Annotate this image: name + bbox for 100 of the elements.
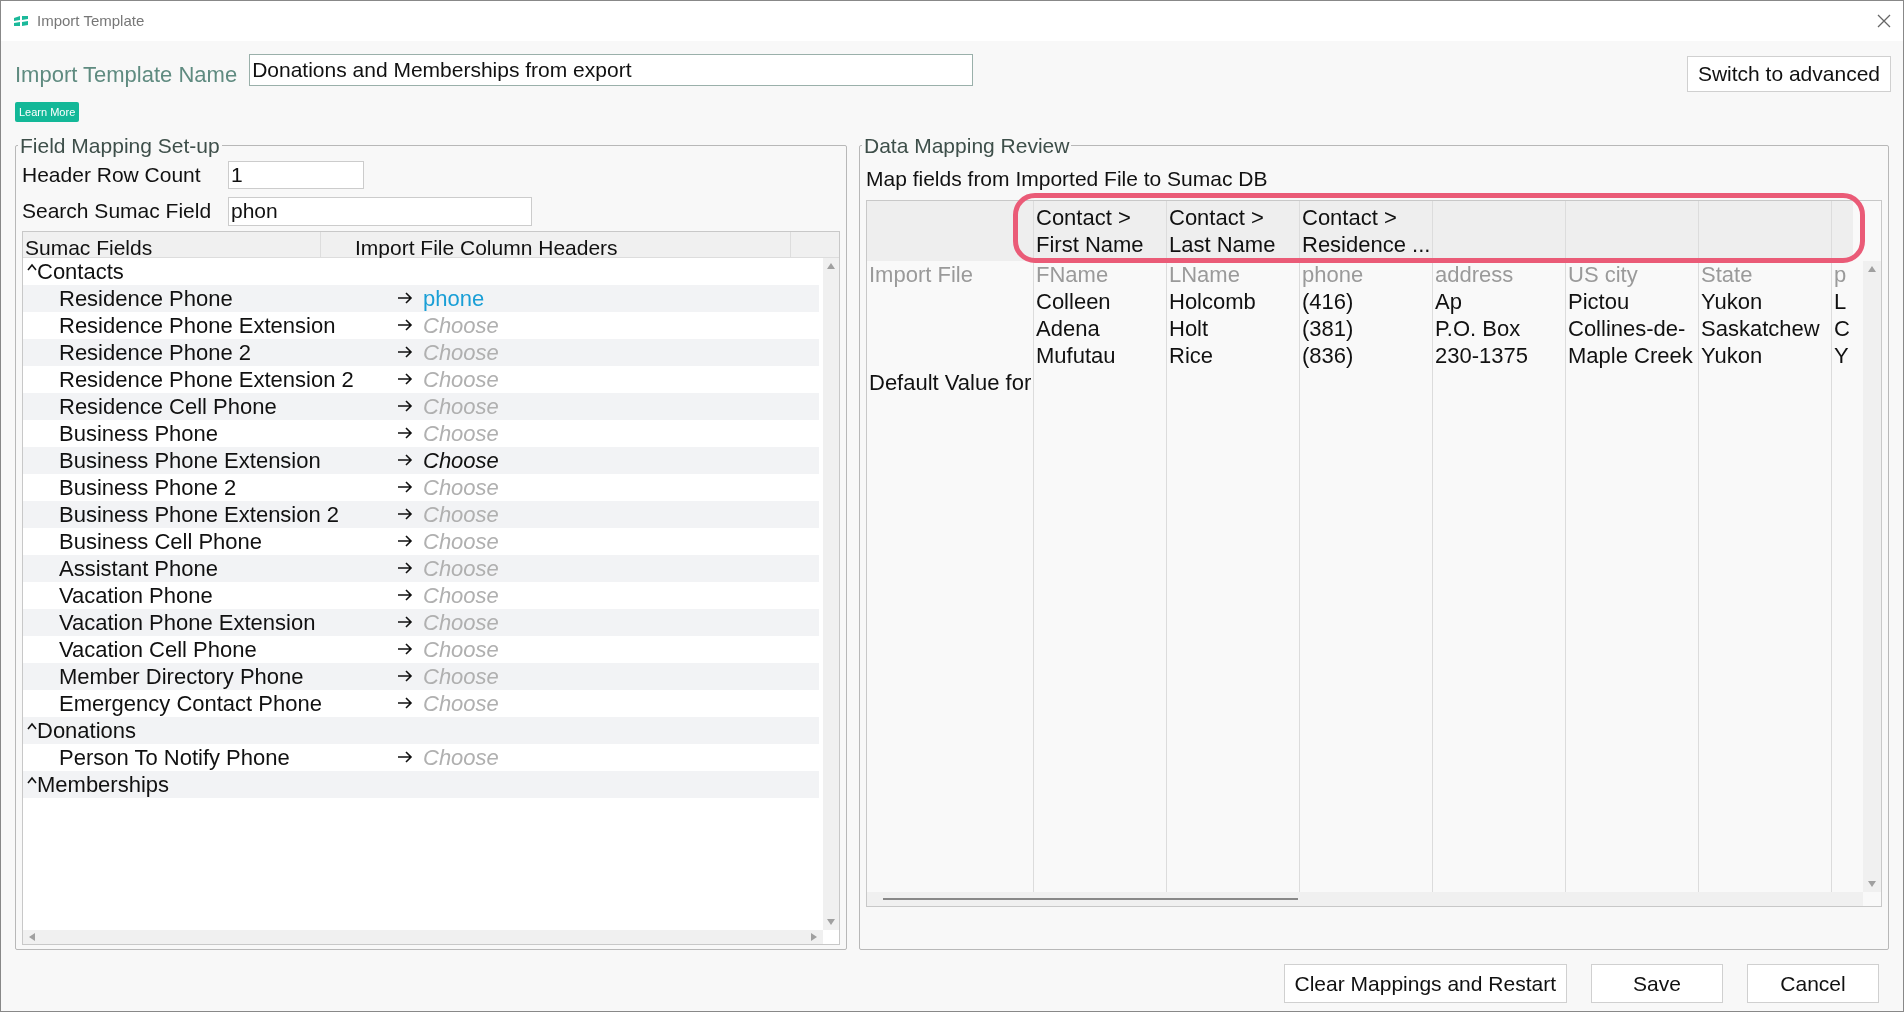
window-title: Import Template [37,10,145,31]
field-label: Vacation Phone [58,581,214,609]
mapping-label: Contact > [1302,204,1398,232]
dialog-button[interactable]: Clear Mappings and Restart [1283,964,1567,1003]
vertical-scrollbar[interactable] [1863,261,1881,892]
horizontal-scrollbar[interactable] [23,930,823,944]
column-choice-link[interactable]: Choose [423,689,499,717]
import-header: p [1833,261,1848,289]
sample-value: Pictou [1567,288,1631,316]
scroll-down-icon[interactable] [826,918,836,926]
template-name-field[interactable]: Donations and Memberships from export [249,54,974,86]
column-choice-link[interactable]: Choose [423,446,499,474]
import-header: address [1434,261,1515,289]
row-label: Default Value for [868,369,1033,397]
group-label[interactable]: Memberships [37,770,170,798]
arrow-icon [397,562,413,575]
column-choice-link[interactable]: Choose [423,743,499,771]
scroll-left-icon[interactable] [27,933,37,941]
arrow-icon [397,319,413,332]
arrow-icon [397,373,413,386]
sample-value: Holcomb [1168,288,1257,316]
group-title: Field Mapping Set-up [19,134,221,157]
arrow-icon [397,643,413,656]
group-label[interactable]: Contacts [37,257,124,285]
arrow-icon [397,454,413,467]
arrow-icon [397,427,413,440]
vertical-scrollbar[interactable] [823,257,839,930]
column-choice-link[interactable]: phone [423,284,485,312]
column-choice-link[interactable]: Choose [423,392,499,420]
mapping-label: Residence ... [1302,231,1432,259]
field-label: Vacation Cell Phone [58,635,258,663]
template-name-label: Import Template Name [15,61,238,89]
learn-more-button[interactable]: Learn More [15,102,80,122]
column-header: Import File Column Headers [321,231,791,257]
arrow-icon [397,400,413,413]
sample-value: Colleen [1035,288,1112,316]
search-field-label: Search Sumac Field [22,198,213,225]
column-choice-link[interactable]: Choose [423,500,499,528]
import-header: phone [1301,261,1365,289]
column-choice-link[interactable]: Choose [423,338,499,366]
field-label: Person To Notify Phone [58,743,291,771]
arrow-icon [397,535,413,548]
import-header: FName [1035,261,1110,289]
scrollbar-thumb[interactable] [883,898,1298,900]
field-label: Business Phone Extension [58,446,322,474]
close-icon[interactable] [1877,14,1891,28]
header-row-count-field[interactable]: 1 [228,160,364,189]
column-choice-link[interactable]: Choose [423,581,499,609]
group-title: Data Mapping Review [863,134,1071,157]
instruction-text: Map fields from Imported File to Sumac DB [866,165,1269,192]
import-header: LName [1168,261,1241,289]
column-choice-link[interactable]: Choose [423,311,499,339]
field-label: Residence Cell Phone [58,392,278,420]
column-choice-link[interactable]: Choose [423,419,499,447]
collapse-caret-icon[interactable] [27,776,37,785]
sample-value: P.O. Box [1434,315,1522,343]
arrow-icon [397,697,413,710]
scroll-up-icon[interactable] [826,261,836,270]
sample-value: Mufutau [1035,342,1117,370]
arrow-icon [397,481,413,494]
column-choice-link[interactable]: Choose [423,554,499,582]
group-label[interactable]: Donations [37,716,137,744]
sample-value: Yukon [1700,288,1764,316]
column-choice-link[interactable]: Choose [423,608,499,636]
column-choice-link[interactable]: Choose [423,473,499,501]
sample-value: (836) [1301,342,1355,370]
mapping-label: Contact > [1036,204,1132,232]
sample-value: Saskatchew [1700,315,1821,343]
column-choice-link[interactable]: Choose [423,365,499,393]
header-row-count-label: Header Row Count [22,161,202,188]
field-label: Member Directory Phone [58,662,305,690]
switch-to-advanced-button[interactable]: Switch to advanced [1686,56,1891,92]
column-choice-link[interactable]: Choose [423,527,499,555]
scroll-right-icon[interactable] [809,933,819,941]
collapse-caret-icon[interactable] [27,722,37,731]
column-choice-link[interactable]: Choose [423,662,499,690]
app-logo-icon [13,15,29,27]
mapping-label: Last Name [1169,231,1277,259]
sample-value: Maple Creek [1567,342,1694,370]
sample-value: Holt [1168,315,1210,343]
scroll-up-icon[interactable] [1867,265,1877,274]
field-label: Business Phone 2 [58,473,238,501]
field-label: Business Phone [58,419,219,447]
dialog-button[interactable]: Cancel [1747,964,1879,1003]
sample-value: 230-1375 [1434,342,1529,370]
sample-value: Rice [1168,342,1214,370]
collapse-caret-icon[interactable] [27,263,37,272]
scroll-down-icon[interactable] [1867,880,1877,888]
sample-value: (381) [1301,315,1355,343]
row-label: Import File [868,261,974,289]
mapping-label: Contact > [1169,204,1265,232]
mapping-label: First Name [1036,231,1145,259]
dialog-button[interactable]: Save [1591,964,1723,1003]
arrow-icon [397,670,413,683]
sample-value: C [1833,315,1851,343]
column-choice-link[interactable]: Choose [423,635,499,663]
sample-value: (416) [1301,288,1355,316]
field-label: Residence Phone Extension 2 [58,365,355,393]
column-header: Sumac Fields [23,231,321,257]
search-field[interactable]: phon [228,196,532,226]
